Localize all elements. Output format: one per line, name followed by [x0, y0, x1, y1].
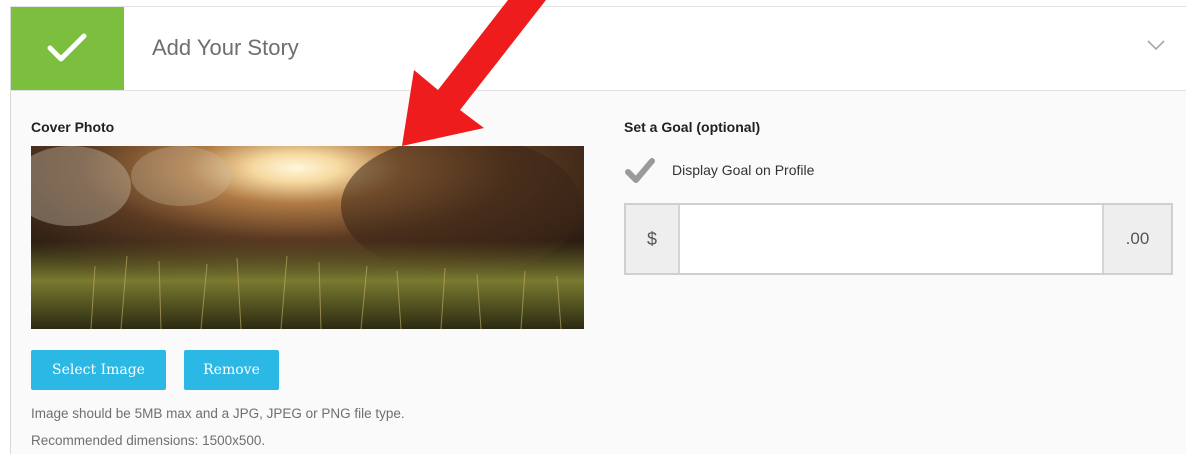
cents-suffix: .00 — [1125, 229, 1150, 248]
goal-amount-input[interactable] — [678, 205, 1104, 273]
check-icon — [47, 33, 87, 62]
dimensions-help-text: Recommended dimensions: 1500x500. — [31, 433, 266, 448]
display-goal-checkbox[interactable] — [624, 155, 656, 187]
chevron-down-icon[interactable] — [1147, 40, 1165, 51]
cover-photo-label: Cover Photo — [31, 119, 115, 135]
section-title: Add Your Story — [152, 35, 299, 60]
accordion-header[interactable]: Add Your Story — [11, 7, 1186, 91]
cover-photo-preview — [31, 146, 584, 329]
remove-image-button[interactable]: Remove — [184, 350, 279, 390]
currency-prefix: $ — [646, 229, 657, 249]
goal-amount-group: $ .00 — [624, 203, 1173, 275]
image-help-text: Image should be 5MB max and a JPG, JPEG … — [31, 406, 405, 421]
step-complete-indicator — [11, 7, 124, 90]
red-arrow-icon — [402, 0, 546, 146]
display-goal-label: Display Goal on Profile — [672, 162, 815, 178]
goal-label: Set a Goal (optional) — [624, 119, 761, 135]
select-image-button[interactable]: Select Image — [31, 350, 166, 390]
story-panel: Add Your Story Cover Photo Select Image … — [10, 6, 1186, 454]
